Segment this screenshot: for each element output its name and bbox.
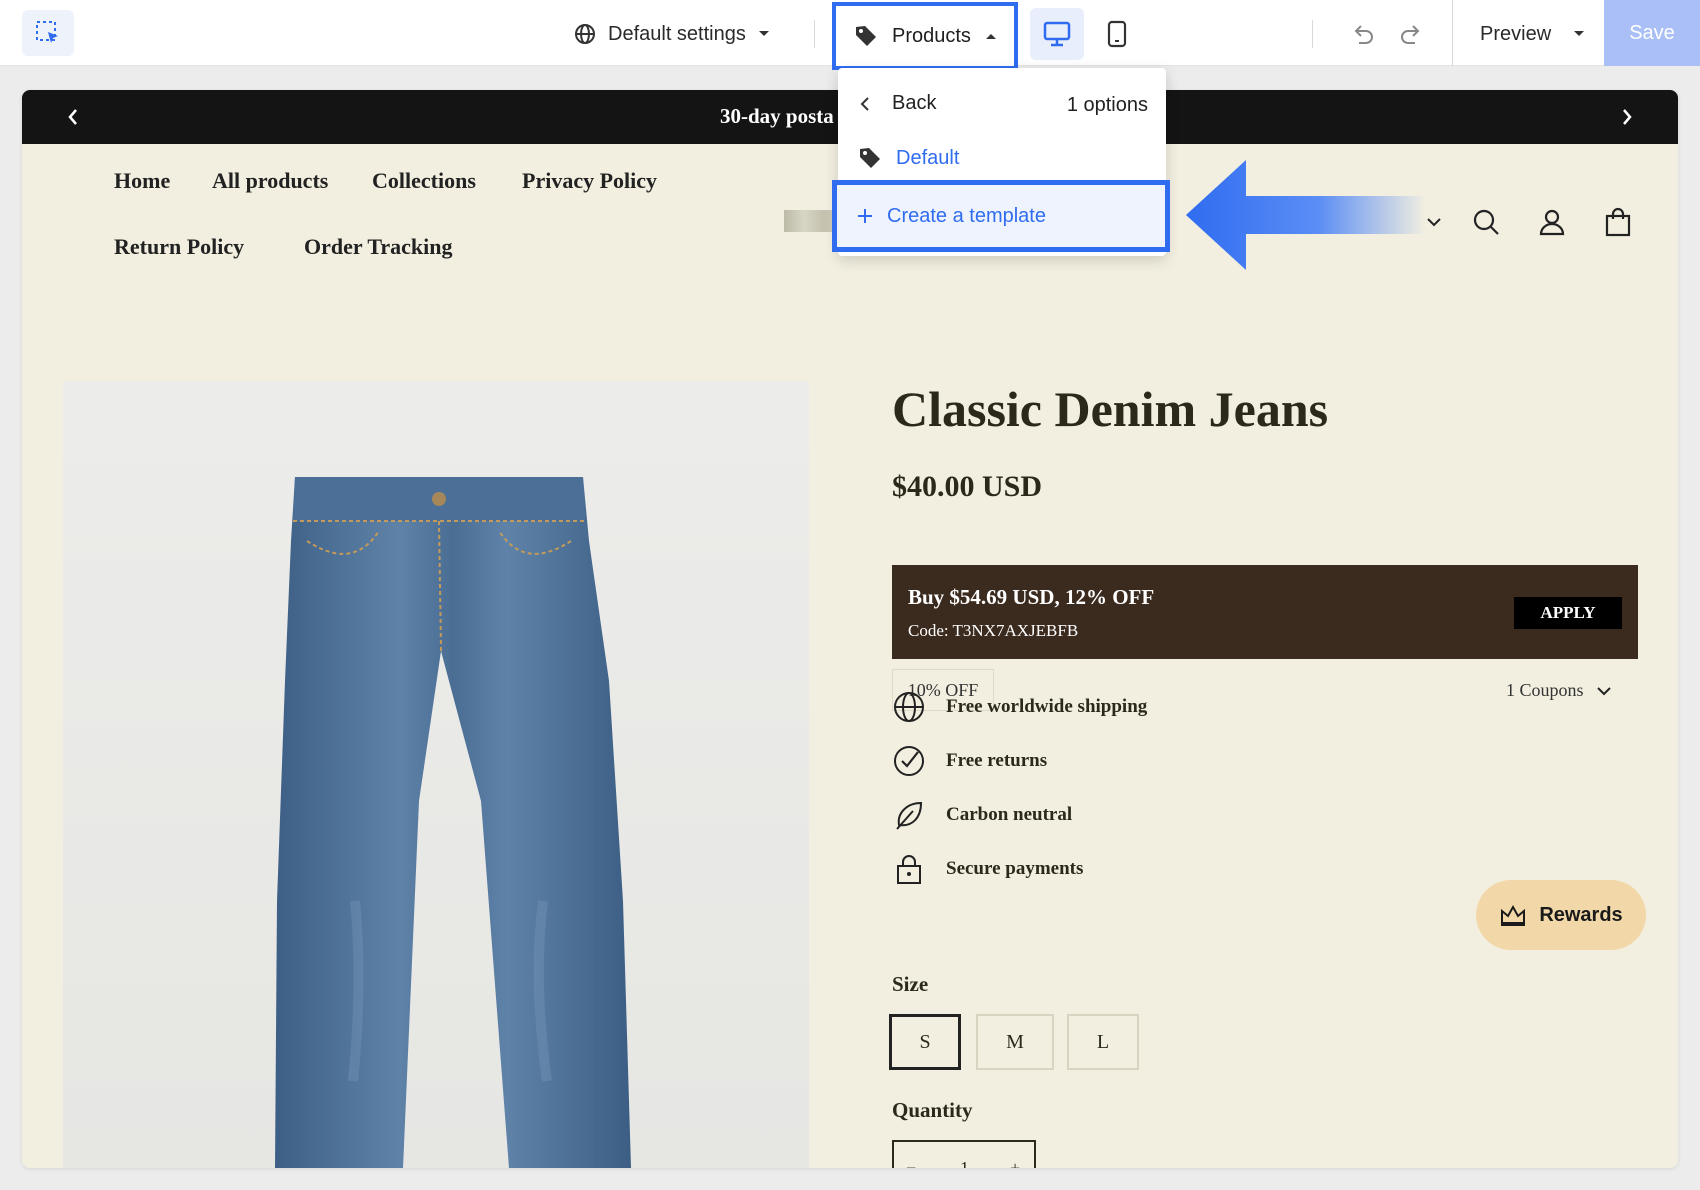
chevron-right-icon [1623,109,1632,125]
coupons-toggle[interactable]: 1 Coupons [1506,680,1612,701]
coupons-count-label: 1 Coupons [1506,680,1584,700]
save-label: Save [1629,21,1675,44]
feature-returns: Free returns [892,744,1047,778]
quantity-stepper[interactable]: − 1 + [892,1140,1036,1168]
feature-label: Secure payments [946,858,1084,879]
announcement-prev-button[interactable] [58,102,88,132]
feature-label: Carbon neutral [946,804,1073,825]
tag-icon [860,148,880,168]
feature-label: Free returns [946,750,1048,771]
create-template-label: Create a template [887,204,1046,227]
quantity-increase-button[interactable]: + [1010,1158,1020,1168]
jeans-image [275,477,631,1168]
nav-link-all-products[interactable]: All products [212,168,328,194]
coupon-banner: Buy $54.69 USD, 12% OFF Code: T3NX7AXJEB… [892,565,1638,659]
announcement-next-button[interactable] [1612,102,1642,132]
size-option-m[interactable]: M [976,1014,1054,1070]
product-price: $40.00 USD [892,470,1043,503]
product-image[interactable] [63,381,809,1168]
template-options-count: 1 options [1066,94,1148,116]
template-selector-button[interactable]: Products [832,2,1018,70]
crown-icon [1501,904,1526,926]
header-cart-button[interactable] [1598,202,1638,242]
template-option-default[interactable]: Default [858,146,959,170]
quantity-value: 1 [960,1158,969,1168]
chevron-left-icon [860,96,869,111]
toolbar-divider [814,20,815,48]
undo-button[interactable] [1348,18,1378,50]
global-settings-dropdown[interactable]: Default settings [574,18,770,50]
save-button[interactable]: Save [1604,0,1700,66]
globe-icon [575,24,595,44]
apply-coupon-button[interactable]: APPLY [1514,597,1622,629]
nav-link-privacy-policy[interactable]: Privacy Policy [522,168,657,194]
rewards-button[interactable]: Rewards [1476,880,1646,950]
size-option-s[interactable]: S [889,1014,961,1070]
plus-icon [858,209,872,223]
tag-icon [856,26,876,46]
feature-shipping: Free worldwide shipping [892,690,1147,724]
caret-down-icon [758,31,769,36]
desktop-icon [1043,21,1071,47]
global-settings-label: Default settings [608,22,746,45]
template-menu-back[interactable]: Back [860,92,936,115]
desktop-view-button[interactable] [1030,8,1084,60]
editor-toolbar: Default settings Products Preview Save [0,0,1700,70]
nav-link-order-tracking[interactable]: Order Tracking [304,234,453,260]
globe-icon [892,690,926,724]
nav-link-return-policy[interactable]: Return Policy [114,234,244,260]
feature-label: Free worldwide shipping [946,696,1148,717]
preview-label: Preview [1480,22,1552,45]
quantity-decrease-button[interactable]: − [906,1158,916,1168]
announcement-text: 30-day posta [720,104,834,128]
mobile-view-button[interactable] [1090,8,1144,60]
feature-carbon-neutral: Carbon neutral [892,798,1072,832]
product-title: Classic Denim Jeans [892,381,1329,437]
chevron-left-icon [68,109,77,125]
rewards-label: Rewards [1539,903,1623,926]
template-menu: Back 1 options Default Create a template [832,68,1170,256]
shopping-bag-icon [1605,207,1631,237]
lock-icon [892,852,926,886]
header-search-button[interactable] [1466,202,1506,242]
search-icon [1473,209,1499,235]
header-account-button[interactable] [1532,202,1572,242]
coupon-title: Buy $54.69 USD, 12% OFF [908,585,1155,609]
select-tool-button[interactable] [22,10,74,56]
feature-secure-payments: Secure payments [892,852,1083,886]
undo-icon [1354,25,1373,44]
chevron-down-icon [1596,686,1611,695]
caret-down-icon [1574,31,1585,36]
size-label: Size [892,972,929,996]
mobile-icon [1107,20,1127,48]
quantity-label: Quantity [892,1098,973,1122]
size-option-l[interactable]: L [1067,1014,1139,1070]
select-icon [36,21,58,43]
caret-up-icon [985,34,996,39]
preview-dropdown[interactable]: Preview [1480,18,1585,50]
coupon-code: Code: T3NX7AXJEBFB [908,621,1079,640]
redo-button[interactable] [1396,18,1426,50]
nav-link-home[interactable]: Home [114,168,170,194]
default-template-label: Default [896,146,960,169]
nav-link-collections[interactable]: Collections [372,168,476,194]
callout-arrow-icon [1186,160,1426,270]
create-template-button[interactable]: Create a template [832,180,1170,252]
chevron-down-icon [1427,218,1441,227]
template-selector-label: Products [892,24,971,47]
back-label: Back [892,92,937,114]
redo-icon [1401,25,1420,44]
leaf-icon [892,798,926,832]
user-icon [1539,209,1565,236]
toolbar-divider [1312,20,1313,48]
check-circle-icon [892,744,926,778]
toolbar-divider [1452,0,1453,66]
